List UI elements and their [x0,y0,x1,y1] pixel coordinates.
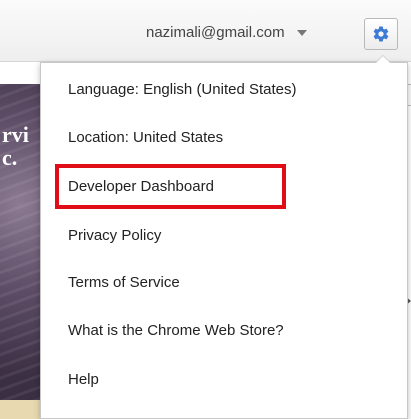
menu-item-language[interactable]: Language: English (United States) [68,81,296,99]
caret-down-icon [296,29,307,36]
settings-menu: Language: English (United States) Locati… [40,55,408,419]
menu-item-what-is-chrome-web-store[interactable]: What is the Chrome Web Store? [68,322,284,340]
settings-button[interactable] [364,18,398,50]
menu-item-help[interactable]: Help [68,371,99,389]
account-email: nazimali@gmail.com [146,24,285,41]
background-bottom-panel [0,400,40,419]
background-text-line-1: rvi [2,122,29,147]
background-text-line-2: c. [2,145,18,170]
menu-item-terms-of-service[interactable]: Terms of Service [68,274,180,292]
menu-item-privacy-policy[interactable]: Privacy Policy [68,227,161,245]
header-bar: nazimali@gmail.com [0,0,411,62]
menu-item-location[interactable]: Location: United States [68,129,223,147]
gear-icon [373,26,389,42]
account-dropdown[interactable]: nazimali@gmail.com [146,24,307,41]
menu-item-developer-dashboard[interactable]: Developer Dashboard [68,178,214,196]
